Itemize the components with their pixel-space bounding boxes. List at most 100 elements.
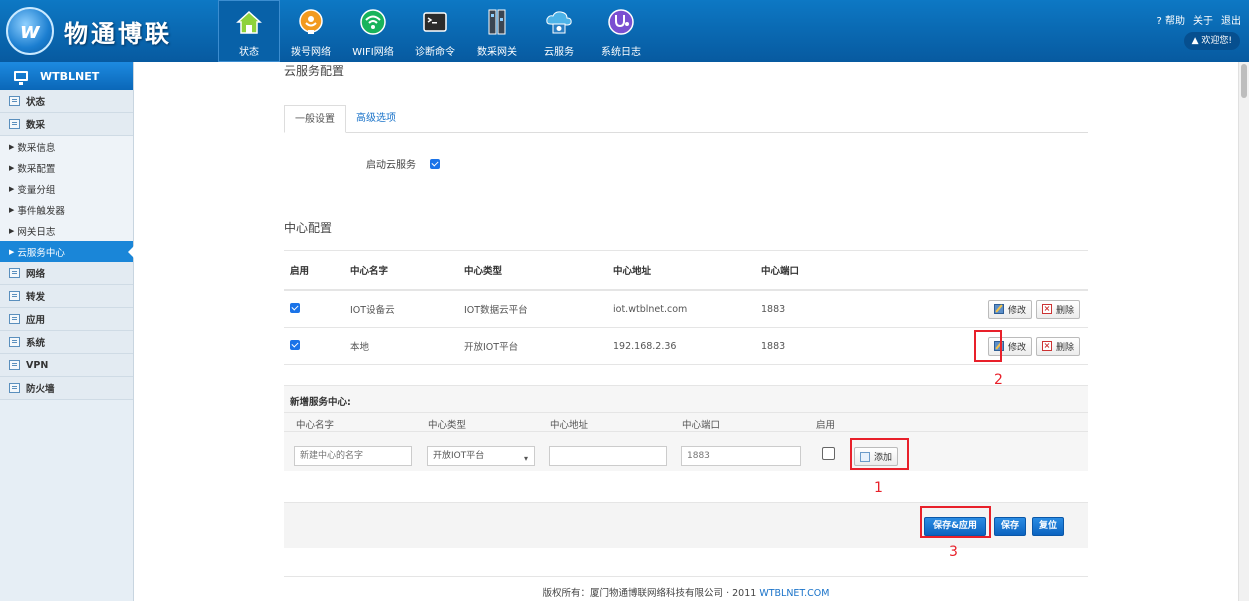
stethoscope-icon bbox=[606, 7, 636, 37]
cell-type: IOT数据云平台 bbox=[464, 305, 528, 316]
sidebar-item-variable-groups[interactable]: ▶ 变量分组 bbox=[0, 178, 133, 199]
sidebar-item-label: 云服务中心 bbox=[17, 247, 65, 259]
topnav-label: 系统日志 bbox=[601, 47, 641, 58]
enable-cloud-checkbox[interactable] bbox=[430, 158, 440, 169]
sidebar-item-data-config[interactable]: ▶ 数采配置 bbox=[0, 157, 133, 178]
cell-enabled bbox=[284, 302, 350, 316]
new-center-type-value: 开放IOT平台 bbox=[433, 451, 485, 461]
caret-right-icon: ▶ bbox=[9, 226, 15, 235]
topnav-gateway[interactable]: 数采网关 bbox=[466, 0, 528, 62]
enable-cloud-label: 启动云服务 bbox=[366, 160, 416, 171]
list-icon bbox=[9, 268, 20, 278]
scrollbar-thumb[interactable] bbox=[1241, 64, 1247, 98]
caret-right-icon: ▶ bbox=[9, 247, 15, 256]
topnav-label: 数采网关 bbox=[477, 47, 517, 58]
add-label-port: 中心端口 bbox=[682, 420, 721, 431]
new-center-type-select[interactable]: 开放IOT平台 ▾ bbox=[427, 446, 535, 466]
new-center-address-input[interactable] bbox=[549, 446, 667, 466]
cell-name: IOT设备云 bbox=[350, 305, 395, 316]
footer-link[interactable]: WTBLNET.COM bbox=[759, 588, 829, 599]
topnav-cloud-service[interactable]: 云服务 bbox=[528, 0, 590, 62]
col-header-enabled: 启用 bbox=[290, 266, 310, 277]
top-right-links: ? 帮助 关于 退出 bbox=[1157, 12, 1242, 27]
tab-bar: 一般设置 高级选项 bbox=[284, 105, 1088, 133]
edit-button[interactable]: 修改 bbox=[987, 299, 1032, 319]
sidebar-group-label: 网络 bbox=[26, 269, 46, 280]
delete-button[interactable]: × 删除 bbox=[1035, 299, 1080, 319]
save-button[interactable]: 保存 bbox=[994, 517, 1026, 536]
add-center-labels: 中心名字 中心类型 中心地址 中心端口 启用 bbox=[284, 412, 1088, 432]
main-content: 云服务配置 一般设置 高级选项 启动云服务 中心配置 启用 中心名字 中心类型 … bbox=[134, 62, 1238, 601]
topnav-dial-network[interactable]: 拨号网络 bbox=[280, 0, 342, 62]
about-link[interactable]: 关于 bbox=[1193, 12, 1213, 27]
list-icon bbox=[9, 383, 20, 393]
cell-name: 本地 bbox=[350, 342, 370, 353]
sidebar-item-cloud-center[interactable]: ▶ 云服务中心 bbox=[0, 241, 134, 262]
sidebar-group-label: 防火墙 bbox=[26, 384, 55, 395]
reset-button[interactable]: 复位 bbox=[1032, 517, 1064, 536]
sidebar-group-system[interactable]: 系统 bbox=[0, 331, 133, 354]
sidebar-item-label: 数采信息 bbox=[17, 142, 56, 154]
edit-label: 修改 bbox=[1007, 342, 1026, 353]
sidebar-item-label: 网关日志 bbox=[17, 226, 56, 238]
sidebar-item-label: 事件触发器 bbox=[17, 205, 65, 217]
annotation-number-3: 3 bbox=[949, 544, 958, 560]
delete-button[interactable]: × 删除 bbox=[1035, 336, 1080, 356]
sidebar-group-firewall[interactable]: 防火墙 bbox=[0, 377, 133, 400]
sidebar-group-data-acquisition[interactable]: 数采 bbox=[0, 113, 133, 136]
section-title-center-config: 中心配置 bbox=[284, 221, 333, 235]
caret-right-icon: ▶ bbox=[9, 163, 15, 172]
top-header: w 物通博联 状态 拨号网络 WIFI网络 诊断命令 数采网关 云服务 系统日志… bbox=[0, 0, 1249, 62]
gateway-icon bbox=[482, 7, 512, 37]
topnav-diagnostics[interactable]: 诊断命令 bbox=[404, 0, 466, 62]
sidebar-group-vpn[interactable]: VPN bbox=[0, 354, 133, 377]
tab-advanced[interactable]: 高级选项 bbox=[346, 105, 406, 133]
sidebar-item-label: 变量分组 bbox=[17, 184, 56, 196]
col-header-name: 中心名字 bbox=[350, 266, 389, 277]
sidebar-group-forwarding[interactable]: 转发 bbox=[0, 285, 133, 308]
list-icon bbox=[9, 314, 20, 324]
sidebar-item-event-triggers[interactable]: ▶ 事件触发器 bbox=[0, 199, 133, 220]
row-enabled-checkbox[interactable] bbox=[290, 339, 300, 350]
wifi-icon bbox=[358, 7, 388, 37]
logout-link[interactable]: 退出 bbox=[1221, 12, 1241, 27]
list-icon bbox=[9, 291, 20, 301]
delete-icon: × bbox=[1041, 341, 1052, 351]
center-table: 启用 中心名字 中心类型 中心地址 中心端口 IOT设备云 IOT数据云平台 i… bbox=[284, 250, 1088, 365]
help-link[interactable]: ? 帮助 bbox=[1157, 12, 1186, 27]
topnav-status[interactable]: 状态 bbox=[218, 0, 280, 62]
tab-general[interactable]: 一般设置 bbox=[284, 105, 346, 133]
help-icon: ? bbox=[1156, 16, 1162, 27]
top-navigation: 状态 拨号网络 WIFI网络 诊断命令 数采网关 云服务 系统日志 bbox=[218, 0, 652, 62]
caret-right-icon: ▶ bbox=[9, 205, 15, 214]
sidebar-item-data-info[interactable]: ▶ 数采信息 bbox=[0, 136, 133, 157]
sidebar-group-label: 转发 bbox=[26, 292, 46, 303]
sidebar-item-gateway-log[interactable]: ▶ 网关日志 bbox=[0, 220, 133, 241]
col-header-port: 中心端口 bbox=[761, 266, 800, 277]
row-enabled-checkbox[interactable] bbox=[290, 302, 300, 313]
page-title: 云服务配置 bbox=[284, 64, 345, 78]
sidebar-header-label: WTBLNET bbox=[40, 69, 100, 83]
col-header-address: 中心地址 bbox=[613, 266, 652, 277]
new-center-name-input[interactable] bbox=[294, 446, 412, 466]
sidebar-group-apps[interactable]: 应用 bbox=[0, 308, 133, 331]
list-icon bbox=[9, 119, 20, 129]
sidebar-item-label: 数采配置 bbox=[17, 163, 56, 175]
page-scrollbar[interactable] bbox=[1238, 62, 1249, 601]
annotation-box-add bbox=[850, 438, 909, 470]
new-center-enabled-checkbox[interactable] bbox=[822, 447, 835, 460]
annotation-number-1: 1 bbox=[874, 480, 883, 496]
topnav-system-log[interactable]: 系统日志 bbox=[590, 0, 652, 62]
cell-enabled bbox=[284, 339, 350, 353]
edit-label: 修改 bbox=[1007, 305, 1026, 316]
topnav-label: 拨号网络 bbox=[291, 47, 331, 58]
new-center-port-input[interactable] bbox=[681, 446, 801, 466]
col-header-type: 中心类型 bbox=[464, 266, 503, 277]
caret-right-icon: ▶ bbox=[9, 184, 15, 193]
sidebar-group-status[interactable]: 状态 bbox=[0, 90, 133, 113]
topnav-wifi[interactable]: WIFI网络 bbox=[342, 0, 404, 62]
caret-right-icon: ▶ bbox=[9, 142, 15, 151]
delete-icon: × bbox=[1041, 304, 1052, 314]
sidebar-group-network[interactable]: 网络 bbox=[0, 262, 133, 285]
add-label-type: 中心类型 bbox=[428, 420, 467, 431]
